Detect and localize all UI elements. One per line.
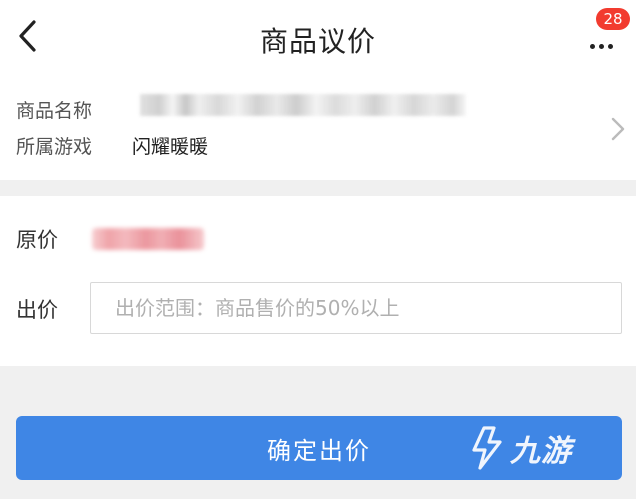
game-label: 所属游戏 — [16, 136, 93, 158]
game-value: 闪耀暖暖 — [132, 136, 209, 158]
more-dots-icon — [590, 34, 617, 53]
lightning-logo-icon — [472, 426, 502, 470]
bid-input[interactable] — [90, 282, 622, 334]
product-name-label: 商品名称 — [16, 100, 93, 122]
page-title: 商品议价 — [259, 25, 376, 58]
price-section: 原价 出价 — [0, 196, 636, 366]
notification-badge: 28 — [596, 8, 630, 30]
header-bar: 商品议价 28 — [0, 0, 636, 78]
watermark-logo: 九游 — [470, 420, 572, 476]
product-name-redacted — [140, 94, 466, 116]
chevron-right-icon[interactable] — [610, 116, 626, 142]
original-price-redacted — [92, 228, 204, 250]
product-info-section[interactable]: 商品名称 所属游戏 闪耀暖暖 — [0, 78, 636, 180]
watermark-text: 九游 — [510, 434, 572, 469]
confirm-bid-label: 确定出价 — [267, 436, 371, 465]
original-price-label: 原价 — [16, 228, 58, 252]
bid-label: 出价 — [16, 298, 58, 322]
